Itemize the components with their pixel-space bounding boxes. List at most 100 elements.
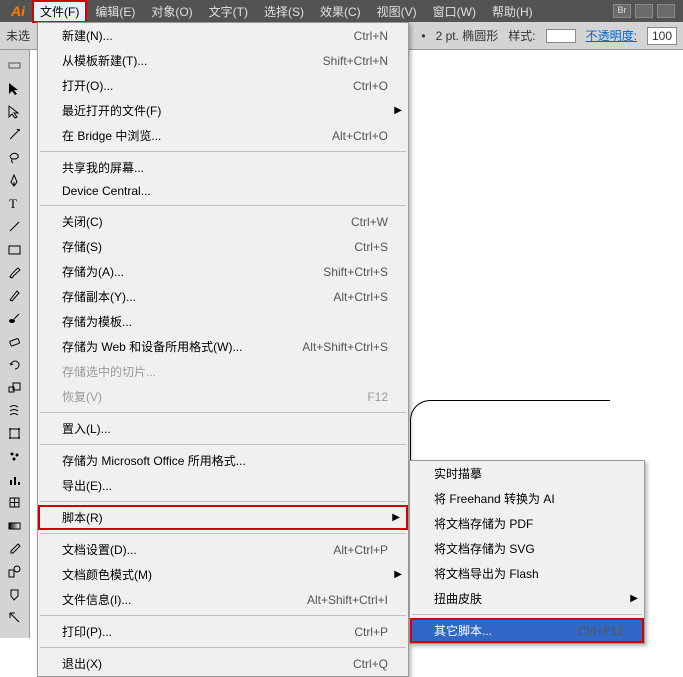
script-submenu-item-0[interactable]: 实时描摹 <box>410 461 644 486</box>
script-submenu-item-3[interactable]: 将文档存储为 SVG <box>410 536 644 561</box>
lasso-tool-icon[interactable] <box>3 146 27 168</box>
file-menu-separator <box>40 205 406 206</box>
rotate-tool-icon[interactable] <box>3 353 27 375</box>
file-menu-item-9[interactable]: 关闭(C)Ctrl+W <box>38 209 408 234</box>
file-menu-item-20[interactable]: 存储为 Microsoft Office 所用格式... <box>38 448 408 473</box>
paintbrush-tool-icon[interactable] <box>3 261 27 283</box>
symbol-sprayer-tool-icon[interactable] <box>3 445 27 467</box>
live-paint-selection-tool-icon[interactable] <box>3 606 27 628</box>
file-menu-item-3[interactable]: 最近打开的文件(F)▶ <box>38 98 408 123</box>
menu-文字t[interactable]: 文字(T) <box>201 0 256 23</box>
script-submenu-item-5[interactable]: 扭曲皮肤▶ <box>410 586 644 611</box>
menu-item-shortcut: Alt+Shift+Ctrl+S <box>302 340 388 354</box>
file-menu-item-6[interactable]: 共享我的屏幕... <box>38 155 408 180</box>
file-menu-item-21[interactable]: 导出(E)... <box>38 473 408 498</box>
menu-item-label: 存储副本(Y)... <box>62 288 333 305</box>
menu-item-label: 文档颜色模式(M) <box>62 566 388 583</box>
warp-tool-icon[interactable] <box>3 399 27 421</box>
menu-item-label: 将 Freehand 转换为 AI <box>434 490 624 507</box>
file-menu-item-23[interactable]: 脚本(R)▶ <box>38 505 408 530</box>
file-menu-separator <box>40 647 406 648</box>
layout-button[interactable] <box>635 4 653 18</box>
file-menu-item-4[interactable]: 在 Bridge 中浏览...Alt+Ctrl+O <box>38 123 408 148</box>
menu-item-shortcut: Ctrl+W <box>351 215 388 229</box>
menu-视图v[interactable]: 视图(V) <box>369 0 425 23</box>
menu-编辑e[interactable]: 编辑(E) <box>87 0 143 23</box>
file-menu-item-0[interactable]: 新建(N)...Ctrl+N <box>38 23 408 48</box>
menu-item-label: 从模板新建(T)... <box>62 52 323 69</box>
file-menu-item-27[interactable]: 文件信息(I)...Alt+Shift+Ctrl+I <box>38 587 408 612</box>
file-menu-item-13[interactable]: 存储为模板... <box>38 309 408 334</box>
menu-效果c[interactable]: 效果(C) <box>312 0 369 23</box>
file-menu-separator <box>40 412 406 413</box>
group-toggle-icon[interactable] <box>3 54 27 76</box>
br-button[interactable]: Br <box>613 4 631 18</box>
mesh-tool-icon[interactable] <box>3 491 27 513</box>
script-submenu-item-2[interactable]: 将文档存储为 PDF <box>410 511 644 536</box>
script-submenu-item-4[interactable]: 将文档导出为 Flash <box>410 561 644 586</box>
file-menu-item-10[interactable]: 存储(S)Ctrl+S <box>38 234 408 259</box>
menu-item-label: 恢复(V) <box>62 388 367 405</box>
menu-item-shortcut: Alt+Ctrl+S <box>333 290 388 304</box>
menu-item-shortcut: Alt+Ctrl+O <box>332 129 388 143</box>
app-logo: Ai <box>4 3 32 19</box>
blob-brush-tool-icon[interactable] <box>3 307 27 329</box>
scale-tool-icon[interactable] <box>3 376 27 398</box>
menu-item-label: 实时描摹 <box>434 465 624 482</box>
script-submenu-item-7[interactable]: 其它脚本...Ctrl+F12 <box>410 618 644 643</box>
menu-对象o[interactable]: 对象(O) <box>143 0 200 23</box>
menu-帮助h[interactable]: 帮助(H) <box>484 0 541 23</box>
file-menu-separator <box>40 444 406 445</box>
file-menu-item-15: 存储选中的切片... <box>38 359 408 384</box>
selection-tool-icon[interactable] <box>3 77 27 99</box>
menu-窗口w[interactable]: 窗口(W) <box>425 0 484 23</box>
file-menu-item-29[interactable]: 打印(P)...Ctrl+P <box>38 619 408 644</box>
file-menu-item-1[interactable]: 从模板新建(T)...Shift+Ctrl+N <box>38 48 408 73</box>
file-menu-separator <box>40 501 406 502</box>
file-menu-item-11[interactable]: 存储为(A)...Shift+Ctrl+S <box>38 259 408 284</box>
workspace-switchers: Br <box>613 4 679 18</box>
menu-item-shortcut: Ctrl+S <box>354 240 388 254</box>
style-swatch[interactable] <box>546 29 576 43</box>
file-menu-item-14[interactable]: 存储为 Web 和设备所用格式(W)...Alt+Shift+Ctrl+S <box>38 334 408 359</box>
svg-text:T: T <box>9 196 17 211</box>
eraser-tool-icon[interactable] <box>3 330 27 352</box>
free-transform-tool-icon[interactable] <box>3 422 27 444</box>
pencil-tool-icon[interactable] <box>3 284 27 306</box>
style-label: 样式: <box>508 27 535 44</box>
file-menu-item-31[interactable]: 退出(X)Ctrl+Q <box>38 651 408 676</box>
search-button[interactable] <box>657 4 675 18</box>
menubar: 文件(F)编辑(E)对象(O)文字(T)选择(S)效果(C)视图(V)窗口(W)… <box>32 0 613 23</box>
opacity-label[interactable]: 不透明度: <box>586 27 637 44</box>
menu-item-shortcut: Ctrl+N <box>354 29 388 43</box>
blend-tool-icon[interactable] <box>3 560 27 582</box>
file-menu-item-18[interactable]: 置入(L)... <box>38 416 408 441</box>
file-menu-item-7[interactable]: Device Central... <box>38 180 408 202</box>
gradient-tool-icon[interactable] <box>3 514 27 536</box>
eyedropper-tool-icon[interactable] <box>3 537 27 559</box>
menu-item-label: 新建(N)... <box>62 27 354 44</box>
menu-item-shortcut: Ctrl+Q <box>353 657 388 671</box>
direct-selection-tool-icon[interactable] <box>3 100 27 122</box>
menu-item-shortcut: Alt+Ctrl+P <box>333 543 388 557</box>
menu-选择s[interactable]: 选择(S) <box>256 0 312 23</box>
menu-item-label: 存储为模板... <box>62 313 388 330</box>
magic-wand-tool-icon[interactable] <box>3 123 27 145</box>
menu-item-label: 关闭(C) <box>62 213 351 230</box>
file-menu-item-26[interactable]: 文档颜色模式(M)▶ <box>38 562 408 587</box>
menu-文件f[interactable]: 文件(F) <box>32 0 87 23</box>
script-submenu-item-1[interactable]: 将 Freehand 转换为 AI <box>410 486 644 511</box>
rectangle-tool-icon[interactable] <box>3 238 27 260</box>
column-graph-tool-icon[interactable] <box>3 468 27 490</box>
opacity-field[interactable]: 100 <box>647 27 677 45</box>
pen-tool-icon[interactable] <box>3 169 27 191</box>
live-paint-tool-icon[interactable] <box>3 583 27 605</box>
file-menu-item-25[interactable]: 文档设置(D)...Alt+Ctrl+P <box>38 537 408 562</box>
file-menu-item-12[interactable]: 存储副本(Y)...Alt+Ctrl+S <box>38 284 408 309</box>
type-tool-icon[interactable]: T <box>3 192 27 214</box>
line-tool-icon[interactable] <box>3 215 27 237</box>
menu-item-label: 存储为 Microsoft Office 所用格式... <box>62 452 388 469</box>
stroke-display[interactable]: 2 pt. 椭圆形 <box>436 27 499 44</box>
menu-item-label: Device Central... <box>62 184 388 198</box>
file-menu-item-2[interactable]: 打开(O)...Ctrl+O <box>38 73 408 98</box>
